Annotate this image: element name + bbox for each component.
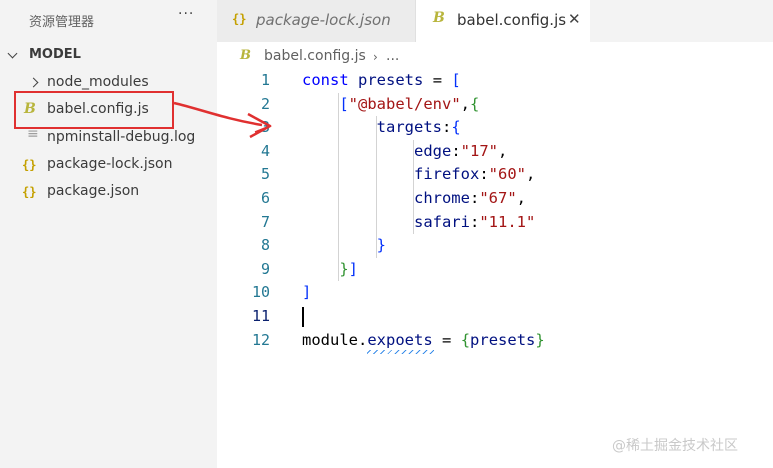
section-label: MODEL [29,47,81,62]
tree-item-package-lock[interactable]: {} package-lock.json [0,153,217,177]
indent-guide [413,139,415,235]
code-editor[interactable]: 1 const presets = [ 2 ["@babel/env",{3 tar… [217,68,773,468]
tab-package-lock[interactable]: {} package-lock.json [217,0,416,42]
tree-item-label: package.json [47,183,140,199]
code-line[interactable]: 12 module.expoets = {presets} [217,329,773,353]
code-line[interactable]: 11 [217,305,773,329]
code-line[interactable]: 9 }] [217,258,773,282]
babel-icon: B [433,10,445,26]
explorer-title: 资源管理器 [29,15,95,30]
indent-guide [338,92,340,282]
line-number: 12 [251,330,270,349]
chevron-down-icon [7,48,18,59]
text-cursor [302,307,304,327]
watermark: @稀土掘金技术社区 [612,438,738,454]
line-number: 10 [251,283,270,302]
code-line[interactable]: 7 safari:"11.1" [217,211,773,235]
tree-item-package-json[interactable]: {} package.json [0,180,217,204]
code-line[interactable]: 10] [217,281,773,305]
editor-tab-bar: {} package-lock.json B babel.config.js ✕ [217,0,773,42]
line-number: 11 [251,307,270,325]
chevron-right-icon [28,77,39,88]
line-number: 7 [260,212,270,231]
breadcrumb-file[interactable]: babel.config.js [264,48,366,64]
babel-icon: B [240,48,251,63]
code-text: ] [302,283,312,302]
code-text: } [376,236,386,255]
code-line[interactable]: 1 const presets = [ [217,69,773,93]
json-braces-icon: {} [22,158,37,172]
code-text: safari:"11.1" [413,212,536,231]
code-line[interactable]: 5 firefox:"60", [217,163,773,187]
tab-babel-config[interactable]: B babel.config.js ✕ [416,0,590,42]
code-line[interactable]: 3 targets:{ [217,116,773,140]
code-line[interactable]: 4 edge:"17", [217,140,773,164]
code-text: ["@babel/env",{ [339,94,480,113]
annotation-highlight-box [14,91,174,129]
code-text: targets:{ [376,118,461,137]
indent-guide [375,116,377,258]
breadcrumb-symbols[interactable]: ... [386,48,399,64]
code-text: const presets = [ [302,71,461,89]
code-line[interactable]: 6 chrome:"67", [217,187,773,211]
code-text: edge:"17", [413,141,508,160]
line-number: 6 [260,189,270,207]
line-number: 1 [260,71,270,89]
spelling-squiggle [367,349,435,354]
line-number: 8 [260,236,270,255]
annotation-arrow [173,101,272,139]
breadcrumb-separator: › [373,50,378,64]
tree-item-label: package-lock.json [47,156,173,172]
code-line[interactable]: 2 ["@babel/env",{ [217,93,773,117]
code-line[interactable]: 8 } [217,234,773,258]
line-number: 4 [260,141,270,160]
code-text: }] [339,259,359,278]
tab-label: babel.config.js [457,11,567,29]
folder-section-model[interactable]: MODEL [0,44,217,66]
more-actions-icon[interactable]: ··· [178,6,194,22]
code-text: firefox:"60", [413,165,536,184]
explorer-sidebar: 资源管理器 ··· MODEL node_modules B babel.con… [0,0,217,468]
tab-label: package-lock.json [256,11,391,29]
line-number: 9 [260,259,270,278]
json-braces-icon: {} [22,185,37,199]
close-icon[interactable]: ✕ [568,10,581,28]
code-text: module.expoets = {presets} [302,330,545,349]
line-number: 5 [260,165,270,184]
json-braces-icon: {} [232,12,247,26]
tree-item-label: node_modules [47,74,149,90]
